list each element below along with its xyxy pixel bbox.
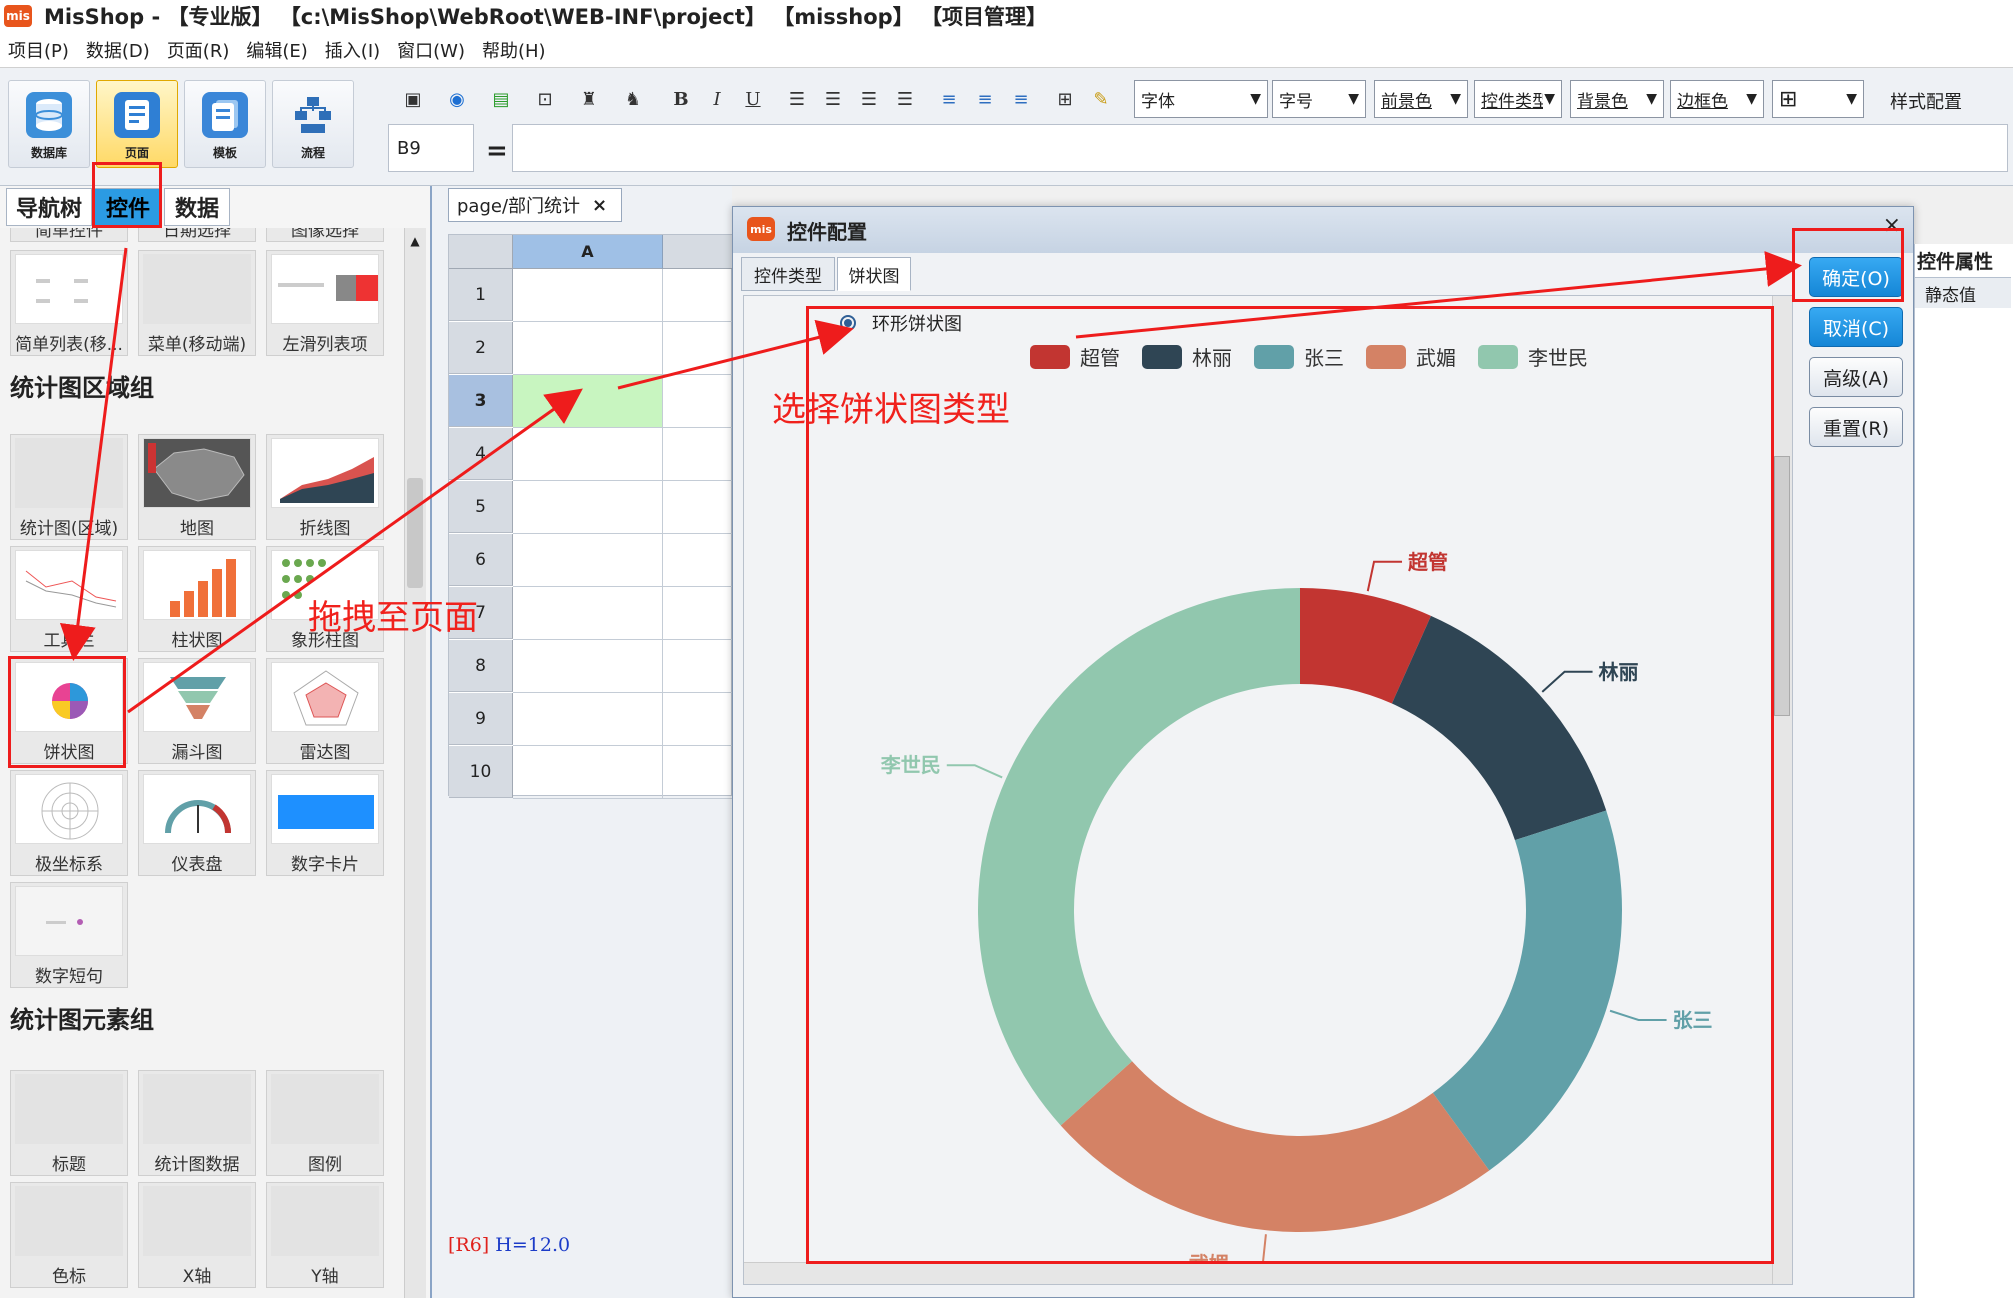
app-window: mis MisShop - 【专业版】 【c:\MisShop\WebRoot\… xyxy=(0,0,2013,1298)
annotation-arrows xyxy=(59,247,1802,714)
drag-hint-annotation: 拖拽至页面 xyxy=(308,598,478,638)
select-hint-annotation: 选择饼状图类型 xyxy=(772,390,1010,430)
